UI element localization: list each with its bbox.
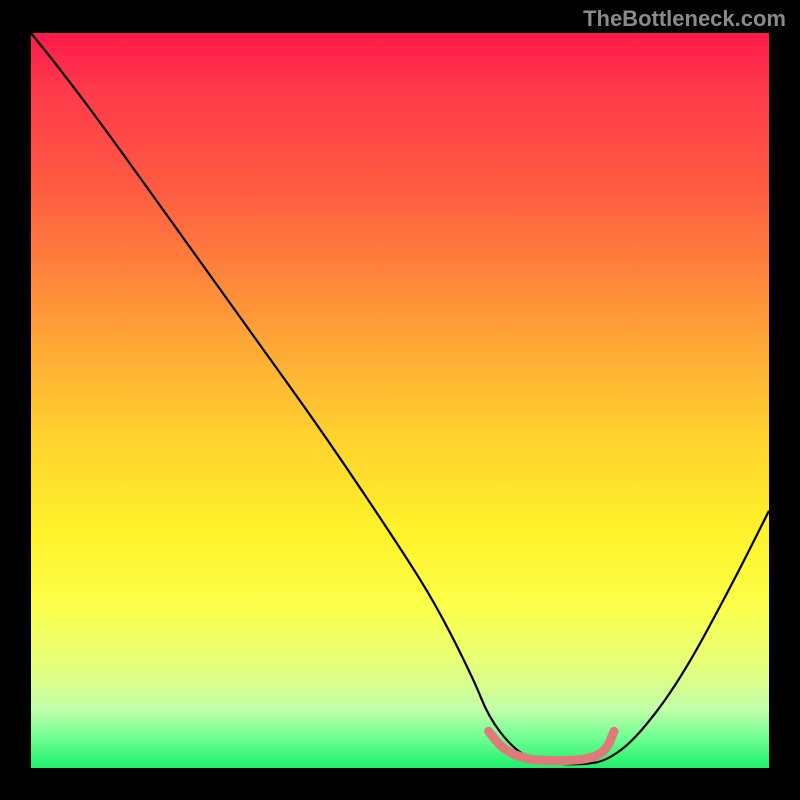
optimal-range-path [489,731,614,760]
watermark-text: TheBottleneck.com [583,6,786,32]
bottleneck-curve-path [31,33,769,764]
chart-plot-area [31,33,769,768]
chart-svg [31,33,769,768]
